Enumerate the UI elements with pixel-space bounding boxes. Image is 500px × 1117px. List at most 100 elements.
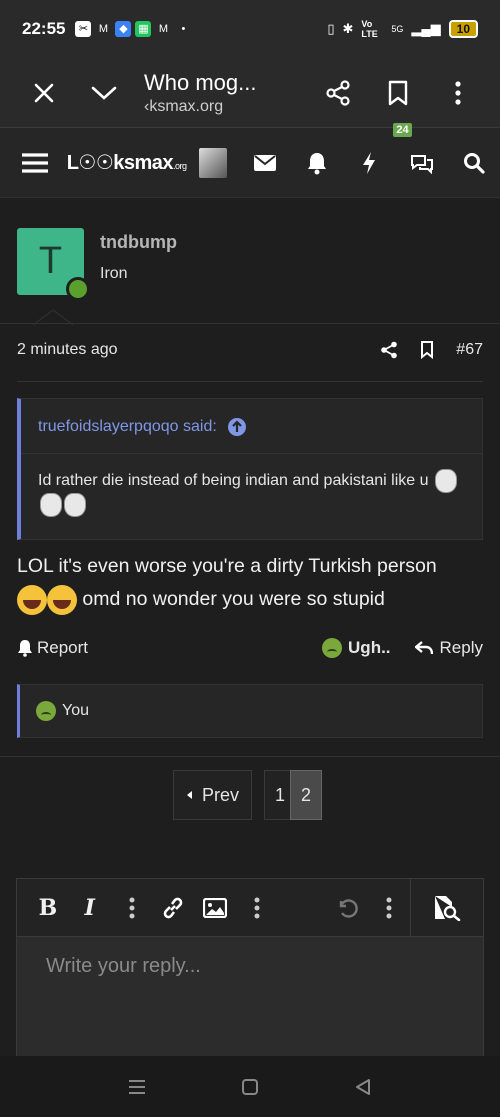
back-icon[interactable]	[354, 1078, 372, 1096]
app-icon: ▦	[135, 21, 152, 37]
italic-button[interactable]: I	[69, 879, 111, 937]
bold-button[interactable]: B	[27, 879, 69, 937]
editor-toolbar: B I	[17, 878, 483, 937]
post-bookmark-button[interactable]	[420, 341, 434, 359]
undo-button[interactable]	[326, 879, 368, 937]
thread-content: T tndbump Iron 2 minutes ago #67 truefoi…	[0, 198, 500, 1117]
online-status-indicator	[66, 277, 90, 301]
site-logo[interactable]: L☉☉ksmax.org	[67, 150, 187, 175]
author-rank: Iron	[100, 265, 128, 282]
post-body-line: LOL it's even worse you're a dirty Turki…	[17, 555, 437, 577]
post-body-line-2: omd no wonder you were so stupid	[17, 583, 483, 616]
bookmark-icon	[421, 341, 434, 359]
search-button[interactable]	[448, 133, 500, 193]
site-navbar: L☉☉ksmax.org 24	[0, 122, 500, 198]
share-button[interactable]	[308, 63, 368, 123]
more-menu-button[interactable]	[428, 63, 488, 123]
preview-button[interactable]	[411, 879, 483, 937]
user-avatar[interactable]	[198, 147, 227, 178]
alerts-button[interactable]	[291, 133, 343, 193]
reactions-summary[interactable]: You	[17, 684, 483, 738]
document-search-icon	[434, 895, 461, 921]
chat-count-badge: 24	[393, 122, 412, 137]
quote-author-row[interactable]: truefoidslayerpqoqo said:	[38, 417, 247, 437]
home-icon[interactable]	[241, 1078, 259, 1096]
bell-icon	[18, 640, 32, 657]
post-meta: 2 minutes ago #67	[17, 341, 483, 359]
reply-label: Reply	[439, 638, 483, 657]
bookmark-button[interactable]	[368, 63, 428, 123]
chevron-down-icon	[91, 86, 117, 100]
quote-block: truefoidslayerpqoqo said: Id rather die …	[17, 398, 483, 540]
laughing-crying-emoji-icon	[47, 584, 77, 615]
logo-text: L☉☉ksmax	[66, 152, 174, 174]
link-icon	[164, 897, 183, 918]
report-label: Report	[37, 638, 89, 657]
more-vertical-icon	[129, 897, 135, 918]
image-icon	[203, 897, 228, 918]
quote-body: Id rather die instead of being indian an…	[38, 472, 429, 490]
recent-apps-icon[interactable]	[128, 1079, 146, 1095]
app-icon: ◆	[115, 21, 132, 37]
inbox-button[interactable]	[239, 133, 291, 193]
conversations-button[interactable]: 24	[393, 122, 447, 193]
prev-label: Prev	[201, 784, 239, 805]
prev-page-button[interactable]: Prev	[173, 770, 252, 820]
reply-editor: B I Write your reply...	[16, 878, 484, 1058]
more-vertical-icon	[455, 80, 461, 105]
page-title-area[interactable]: Who mog... ‹ksmax.org	[144, 70, 308, 116]
minimize-button[interactable]	[74, 63, 134, 123]
dot-icon: •	[181, 23, 186, 35]
chat-bubbles-icon	[410, 154, 433, 174]
reply-button[interactable]: Reply	[414, 638, 483, 658]
page-url: ‹ksmax.org	[144, 97, 224, 115]
arrow-up-circle-icon[interactable]	[227, 417, 247, 437]
envelope-icon	[253, 154, 276, 171]
close-icon	[34, 83, 54, 102]
more-text-options-button[interactable]	[111, 879, 153, 937]
browser-toolbar: Who mog... ‹ksmax.org	[0, 58, 500, 128]
post-number-link[interactable]: #67	[456, 341, 483, 359]
signal-icon: ▂▄▆	[411, 21, 441, 36]
whats-new-button[interactable]	[343, 133, 395, 193]
menu-icon	[22, 152, 49, 173]
bookmark-icon	[388, 80, 408, 105]
more-editor-options-button[interactable]	[368, 879, 410, 937]
status-time: 22:55	[22, 19, 66, 38]
page-2-button[interactable]: 2	[290, 770, 322, 820]
reaction-button[interactable]: Ugh..	[322, 638, 391, 658]
more-vertical-icon	[254, 897, 260, 918]
capcut-icon: ✂	[75, 21, 92, 37]
nauseated-face-icon	[322, 638, 343, 658]
divider	[0, 323, 500, 324]
vibrate-icon: ▯	[327, 21, 335, 36]
divider	[0, 756, 500, 757]
quote-separator	[21, 453, 482, 454]
undo-icon	[339, 898, 358, 918]
gmail-icon: M	[98, 23, 109, 35]
insert-link-button[interactable]	[153, 879, 195, 937]
bell-icon	[308, 152, 326, 174]
reply-input[interactable]: Write your reply...	[46, 955, 201, 978]
author-avatar[interactable]: T	[17, 228, 90, 301]
reply-arrow-icon	[414, 641, 433, 655]
bluetooth-icon: ✱	[342, 21, 354, 36]
reaction-label: Ugh..	[348, 638, 391, 657]
share-icon	[381, 341, 398, 359]
quote-text: Id rather die instead of being indian an…	[38, 469, 464, 518]
network-label: 5G	[391, 24, 404, 34]
post-share-button[interactable]	[380, 341, 398, 359]
post-author: T tndbump Iron	[17, 228, 177, 301]
post-timestamp[interactable]: 2 minutes ago	[17, 341, 118, 359]
hamburger-menu-button[interactable]	[12, 133, 59, 193]
author-username[interactable]: tndbump	[100, 232, 177, 253]
more-insert-options-button[interactable]	[236, 879, 278, 937]
status-bar: 22:55 ✂ M ◆ ▦ M • ▯ ✱ Vo LTE 5G ▂▄▆ 10	[0, 0, 500, 58]
logo-suffix: .org	[173, 161, 187, 171]
lightning-icon	[363, 151, 376, 174]
search-icon	[463, 152, 485, 174]
close-tab-button[interactable]	[14, 63, 74, 123]
post-body: LOL it's even worse you're a dirty Turki…	[17, 550, 483, 616]
insert-image-button[interactable]	[194, 879, 236, 937]
report-button[interactable]: Report	[17, 638, 88, 658]
